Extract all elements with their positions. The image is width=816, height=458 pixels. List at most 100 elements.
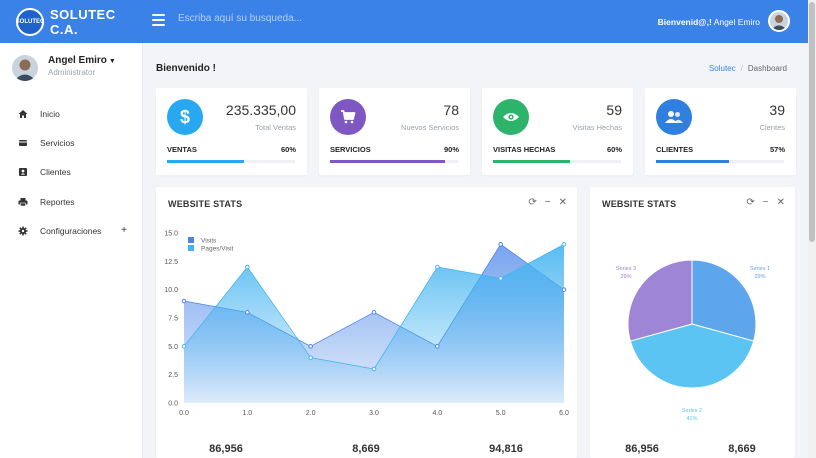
stat-label: CLIENTES — [656, 145, 694, 154]
close-icon[interactable]: ✕ — [777, 197, 785, 208]
panel-title: WEBSITE STATS — [168, 199, 243, 209]
brand-logo-text: SOLUTEC — [15, 18, 45, 25]
progress-bar — [656, 160, 784, 163]
x-tick-label: 2.0 — [306, 410, 316, 417]
sidebar-item-label: Inicio — [40, 108, 60, 119]
stat-percent: 90% — [443, 145, 459, 154]
y-tick-label: 0.0 — [168, 401, 178, 408]
card-icon — [18, 138, 28, 148]
refresh-icon[interactable]: ⟳ — [746, 197, 754, 208]
gear-icon — [18, 226, 28, 236]
panel-title: WEBSITE STATS — [602, 199, 677, 209]
stat-caption: Nuevos Servicios — [401, 123, 459, 132]
user-name[interactable]: Angel Emiro ▼ — [48, 55, 116, 66]
brand-name: SOLUTEC C.A. — [50, 6, 116, 37]
pie-slice-percent: 29% — [754, 274, 765, 280]
progress-fill — [493, 160, 570, 163]
data-point — [181, 298, 187, 304]
brand[interactable]: SOLUTEC SOLUTEC C.A. — [0, 0, 143, 43]
home-icon — [18, 109, 28, 119]
pie-slice-percent: 29% — [620, 274, 631, 280]
sidebar-item-label: Servicios — [40, 137, 75, 148]
breadcrumb-link[interactable]: Solutec — [709, 64, 736, 73]
sidebar-user[interactable]: Angel Emiro ▼ Administrator — [12, 55, 116, 81]
pie-slice-label: Series 3 — [616, 266, 636, 272]
stat-caption: Clentes — [759, 123, 785, 132]
pie-slice-label: Series 2 — [682, 408, 702, 414]
brand-logo: SOLUTEC — [15, 7, 45, 36]
stat-percent: 57% — [769, 145, 785, 154]
data-point — [371, 366, 377, 372]
page-title: Bienvenido ! — [156, 63, 217, 74]
stat-label: VENTAS — [167, 145, 197, 154]
sidebar-menu: Inicio Servicios Clientes Reportes Confi… — [0, 99, 143, 245]
top-navbar: SOLUTEC SOLUTEC C.A. Bienvenid@,! Angel … — [0, 0, 808, 43]
stat-card-clientes: 39 Clentes CLIENTES 57% — [645, 88, 796, 175]
data-point — [498, 276, 503, 281]
refresh-icon[interactable]: ⟳ — [528, 197, 536, 208]
sidebar-item-reportes[interactable]: Reportes — [0, 187, 143, 216]
data-point — [498, 242, 503, 247]
y-tick-label: 2.5 — [168, 372, 178, 379]
data-point — [181, 344, 187, 349]
data-point — [245, 264, 250, 270]
data-point — [435, 264, 440, 270]
stat-value: 235.335,00 — [225, 102, 296, 118]
caret-down-icon: ▼ — [108, 58, 116, 65]
x-tick-label: 0.0 — [179, 410, 189, 417]
stat-value: 39 — [769, 102, 785, 118]
dollar-icon: $ — [167, 99, 203, 135]
stat-footer-value: 86,956 — [625, 443, 659, 455]
website-stats-pie-panel: WEBSITE STATS ⟳ − ✕ Series 1 29% Series 2 4… — [590, 187, 795, 458]
data-point — [308, 355, 313, 360]
sidebar-item-label: Configuraciones — [40, 225, 102, 236]
y-tick-label: 12.5 — [164, 259, 178, 266]
scrollbar-thumb[interactable] — [809, 2, 815, 242]
sidebar-item-configuraciones[interactable]: Configuraciones + — [0, 216, 143, 245]
y-tick-label: 5.0 — [168, 344, 178, 351]
panel-tools: ⟳ − ✕ — [528, 197, 567, 208]
cart-icon — [330, 99, 366, 135]
stat-value: 78 — [443, 102, 459, 118]
user-name-text: Angel Emiro — [48, 55, 107, 66]
breadcrumb-current: Dashboard — [747, 64, 787, 73]
welcome-name: Angel Emiro — [713, 17, 760, 27]
y-tick-label: 10.0 — [164, 287, 178, 294]
stat-value: 59 — [606, 102, 622, 118]
pie-slice-percent: 41% — [686, 416, 697, 422]
sidebar-item-servicios[interactable]: Servicios — [0, 128, 143, 157]
sidebar-item-clientes[interactable]: Clientes — [0, 158, 143, 187]
legend-swatch — [188, 237, 194, 243]
data-point — [308, 344, 313, 349]
search-input[interactable] — [178, 13, 478, 24]
stat-footer-value: 8,669 — [352, 443, 380, 455]
header-avatar[interactable] — [768, 10, 790, 32]
minimize-icon[interactable]: − — [545, 197, 551, 208]
welcome-prefix: Bienvenid@,! — [657, 17, 712, 27]
stat-card-servicios: 78 Nuevos Servicios SERVICIOS 90% — [319, 88, 470, 175]
data-point — [435, 344, 440, 349]
data-point — [371, 310, 377, 315]
print-icon — [18, 197, 28, 207]
y-tick-label: 15.0 — [164, 231, 178, 238]
x-tick-label: 1.0 — [242, 410, 252, 417]
sidebar-item-inicio[interactable]: Inicio — [0, 99, 143, 128]
sidebar-item-label: Reportes — [40, 196, 75, 207]
expand-icon[interactable]: + — [121, 225, 127, 236]
panel-tools: ⟳ − ✕ — [746, 197, 785, 208]
x-tick-label: 4.0 — [432, 410, 442, 417]
data-point — [245, 310, 250, 315]
stat-percent: 60% — [280, 145, 296, 154]
pie-slice-label: Series 1 — [750, 266, 770, 272]
page-scrollbar[interactable] — [808, 0, 816, 458]
stat-card-visitas: 59 Visitas Hechas VISITAS HECHAS 60% — [482, 88, 633, 175]
sidebar-item-label: Clientes — [40, 167, 71, 178]
data-point — [561, 242, 567, 247]
eye-icon — [493, 99, 529, 135]
stat-footer-value: 8,669 — [728, 443, 756, 455]
menu-toggle-icon[interactable] — [152, 14, 165, 26]
minimize-icon[interactable]: − — [763, 197, 769, 208]
close-icon[interactable]: ✕ — [559, 197, 567, 208]
stat-footer-value: 86,956 — [209, 443, 243, 455]
sidebar: Angel Emiro ▼ Administrator Inicio Servic… — [0, 43, 143, 458]
